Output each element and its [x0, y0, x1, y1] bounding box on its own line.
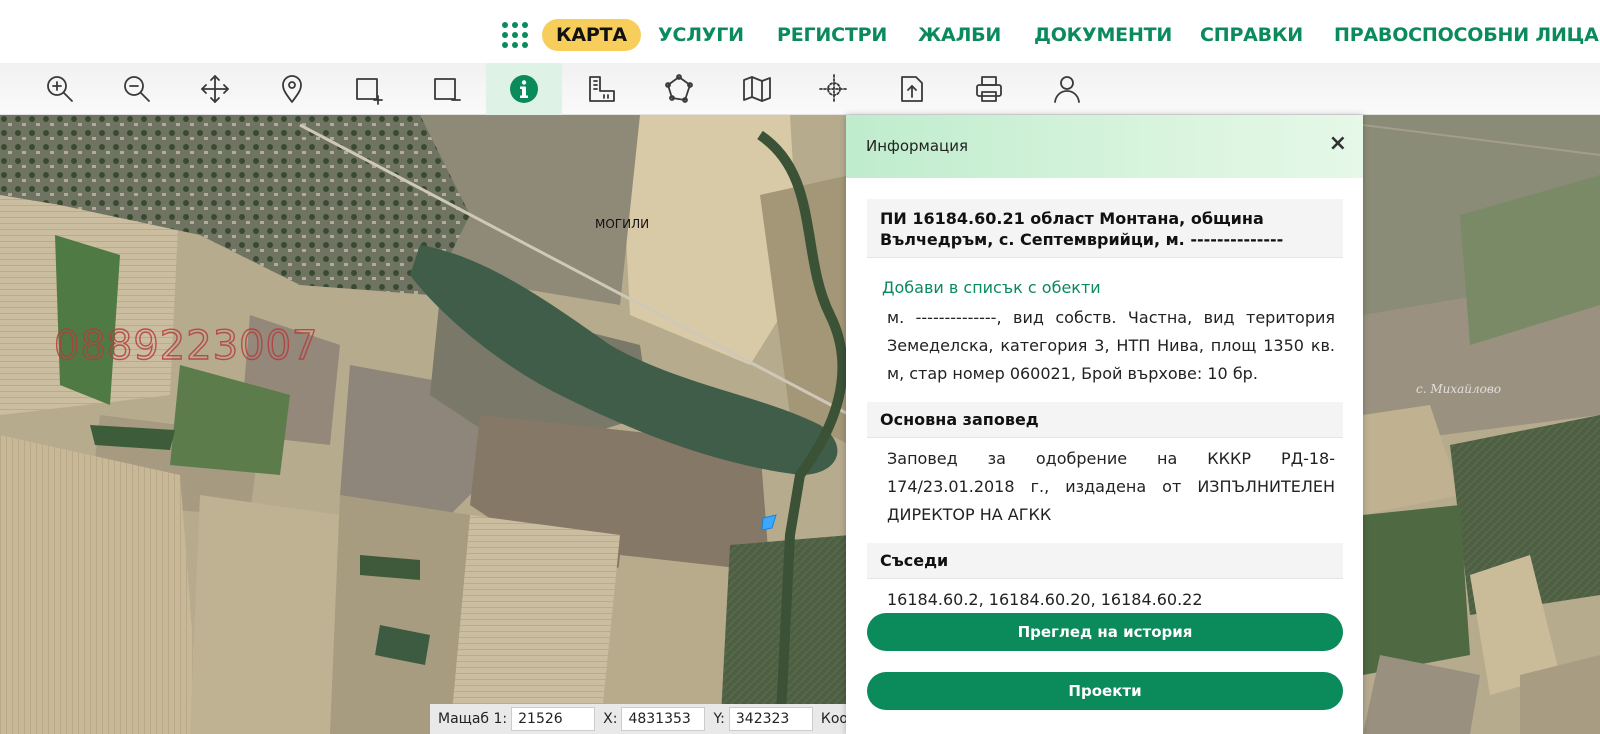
x-coord-input[interactable]: [621, 707, 706, 731]
nav-item-spravki[interactable]: СПРАВКИ: [1200, 19, 1303, 51]
nav-item-uslugi[interactable]: УСЛУГИ: [658, 19, 744, 51]
projects-button[interactable]: Проекти: [867, 672, 1343, 710]
select-remove-icon: [434, 78, 461, 101]
export-icon: [901, 76, 923, 102]
user-icon: [1054, 76, 1080, 103]
order-text: Заповед за одобрение на КККР РД-18-174/2…: [887, 449, 1335, 524]
map-toolbar: [0, 63, 1600, 115]
print-button[interactable]: [951, 63, 1027, 115]
polygon-icon: [665, 74, 693, 103]
info-panel: Информация × ПИ 16184.60.21 област Монта…: [846, 115, 1363, 734]
export-button[interactable]: [874, 63, 950, 115]
nav-item-pravosposobni-lica[interactable]: ПРАВОСПОСОБНИ ЛИЦА: [1334, 19, 1599, 51]
info-panel-title: Информация: [866, 137, 969, 155]
info-panel-header: Информация ×: [846, 115, 1363, 178]
x-coord-label: X:: [603, 711, 618, 727]
zoom-in-button[interactable]: [22, 63, 98, 115]
info-icon: [510, 75, 538, 103]
village-label: МОГИЛИ: [595, 217, 650, 231]
select-add-button[interactable]: [331, 63, 407, 115]
neighbors-text: 16184.60.2, 16184.60.20, 16184.60.22: [887, 590, 1203, 609]
pan-button[interactable]: [177, 63, 253, 115]
top-navigation: КАРТА УСЛУГИ РЕГИСТРИ ЖАЛБИ ДОКУМЕНТИ СП…: [0, 0, 1600, 63]
nav-item-dokumenti[interactable]: ДОКУМЕНТИ: [1034, 19, 1172, 51]
pan-icon: [201, 75, 229, 103]
parcel-title: ПИ 16184.60.21 област Монтана, община Въ…: [867, 199, 1343, 258]
coord-system-label: Коор: [820, 711, 846, 727]
add-to-list-link[interactable]: Добави в списък с обекти: [882, 278, 1343, 297]
map-statusbar: Мащаб 1: X: Y: Коор: [430, 704, 846, 734]
neighbors-heading: Съседи: [867, 543, 1343, 579]
close-icon[interactable]: ×: [1329, 133, 1347, 155]
history-button[interactable]: Преглед на история: [867, 613, 1343, 651]
order-heading: Основна заповед: [867, 402, 1343, 438]
print-icon: [976, 76, 1002, 102]
nav-item-zhalbi[interactable]: ЖАЛБИ: [918, 19, 1001, 51]
location-pin-icon: [282, 75, 302, 103]
crosshair-button[interactable]: [796, 63, 872, 115]
zoom-out-button[interactable]: [99, 63, 175, 115]
info-button[interactable]: [486, 63, 562, 115]
nav-item-karta[interactable]: КАРТА: [542, 19, 641, 51]
scale-input[interactable]: [511, 707, 596, 731]
draw-polygon-button[interactable]: [641, 63, 717, 115]
village2-label: с. Михайлово: [1416, 382, 1502, 396]
zoom-out-icon: [124, 76, 150, 102]
info-panel-body: ПИ 16184.60.21 област Монтана, община Въ…: [867, 199, 1343, 614]
nav-item-registri[interactable]: РЕГИСТРИ: [777, 19, 887, 51]
apps-grid-icon[interactable]: [500, 20, 530, 50]
scale-label: Мащаб 1:: [438, 711, 508, 727]
measure-icon: [589, 76, 615, 102]
phone-watermark: 0889223007: [53, 322, 319, 369]
zoom-in-icon: [47, 76, 73, 102]
measure-button[interactable]: [564, 63, 640, 115]
crosshair-icon: [819, 74, 849, 104]
location-button[interactable]: [254, 63, 330, 115]
map-layers-button[interactable]: [719, 63, 795, 115]
y-coord-label: Y:: [713, 711, 725, 727]
user-button[interactable]: [1029, 63, 1105, 115]
y-coord-input[interactable]: [728, 707, 813, 731]
select-add-icon: [356, 78, 383, 105]
parcel-description: м. --------------, вид собств. Частна, в…: [887, 308, 1335, 383]
map-layers-icon: [743, 76, 771, 102]
select-remove-button[interactable]: [409, 63, 485, 115]
